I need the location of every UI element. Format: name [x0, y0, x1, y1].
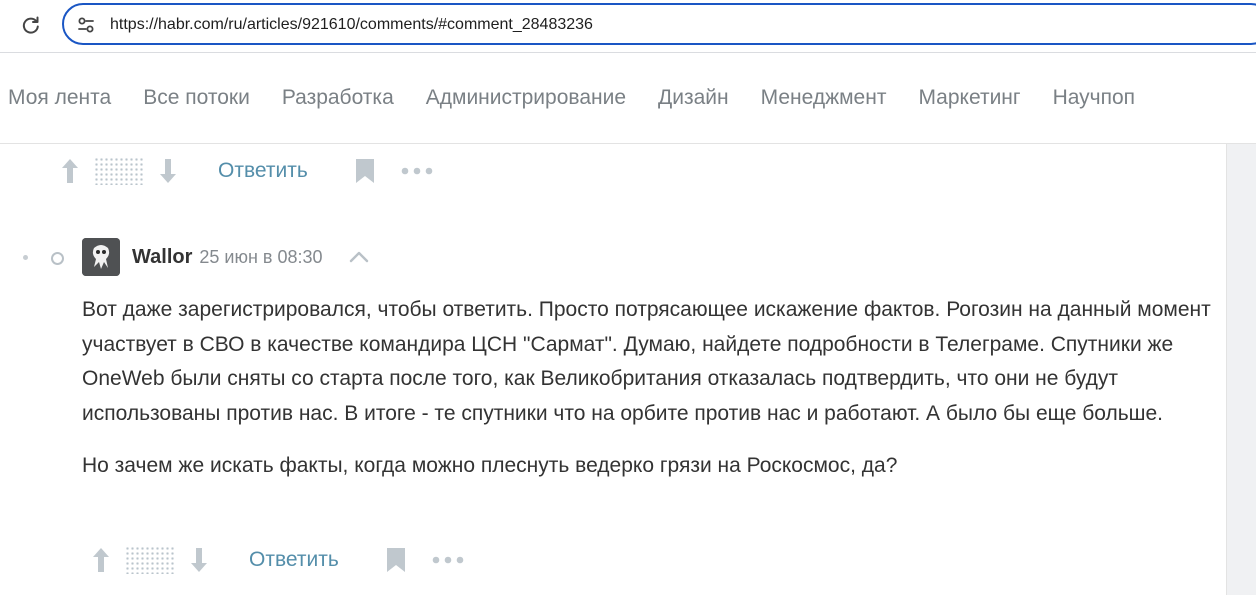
- browser-toolbar: https://habr.com/ru/articles/921610/comm…: [0, 0, 1256, 53]
- nav-item-development[interactable]: Разработка: [282, 86, 394, 110]
- arrow-up-icon[interactable]: [58, 156, 82, 186]
- bookmark-icon[interactable]: [385, 546, 407, 574]
- more-dots-icon[interactable]: [400, 161, 434, 181]
- thread-ring: [51, 252, 64, 265]
- vote-score-placeholder: [94, 157, 144, 185]
- more-dots-icon[interactable]: [431, 550, 465, 570]
- nav-item-my-feed[interactable]: Моя лента: [8, 86, 111, 110]
- nav-item-all-streams[interactable]: Все потоки: [143, 86, 250, 110]
- site-info-icon[interactable]: [76, 15, 96, 35]
- bookmark-icon[interactable]: [354, 157, 376, 185]
- comment-paragraph: Вот даже зарегистрировался, чтобы ответи…: [82, 298, 1211, 425]
- nav-item-popular-science[interactable]: Научпоп: [1053, 86, 1135, 110]
- nav-item-management[interactable]: Менеджмент: [761, 86, 887, 110]
- nav-item-design[interactable]: Дизайн: [658, 86, 729, 110]
- thread-level-indicator: [20, 251, 70, 265]
- nav-item-administration[interactable]: Администрирование: [426, 86, 626, 110]
- hubs-navigation: Моя лента Все потоки Разработка Админист…: [0, 53, 1256, 144]
- sidebar-gutter: [1226, 144, 1256, 595]
- comment-author[interactable]: Wallor: [132, 246, 192, 269]
- chevron-up-icon[interactable]: [349, 247, 369, 267]
- comment-timestamp[interactable]: 25 июн в 08:30: [199, 247, 322, 268]
- arrow-up-icon[interactable]: [89, 545, 113, 575]
- comment-paragraph: Но зачем же искать факты, когда можно пл…: [82, 454, 898, 477]
- comment-body: Вот даже зарегистрировался, чтобы ответи…: [82, 293, 1212, 502]
- arrow-down-icon[interactable]: [187, 545, 211, 575]
- prev-comment-actions: Ответить: [58, 156, 434, 186]
- nav-item-marketing[interactable]: Маркетинг: [918, 86, 1020, 110]
- reload-icon[interactable]: [18, 12, 44, 38]
- url-text[interactable]: https://habr.com/ru/articles/921610/comm…: [110, 16, 593, 34]
- thread-dot: [23, 255, 28, 260]
- reply-button[interactable]: Ответить: [249, 548, 339, 572]
- avatar[interactable]: [82, 238, 120, 276]
- arrow-down-icon[interactable]: [156, 156, 180, 186]
- reply-button[interactable]: Ответить: [218, 159, 308, 183]
- vote-score-placeholder: [125, 546, 175, 574]
- address-bar[interactable]: https://habr.com/ru/articles/921610/comm…: [62, 3, 1256, 45]
- comment-actions: Ответить: [89, 545, 465, 575]
- comment-header: Wallor 25 июн в 08:30: [82, 238, 369, 276]
